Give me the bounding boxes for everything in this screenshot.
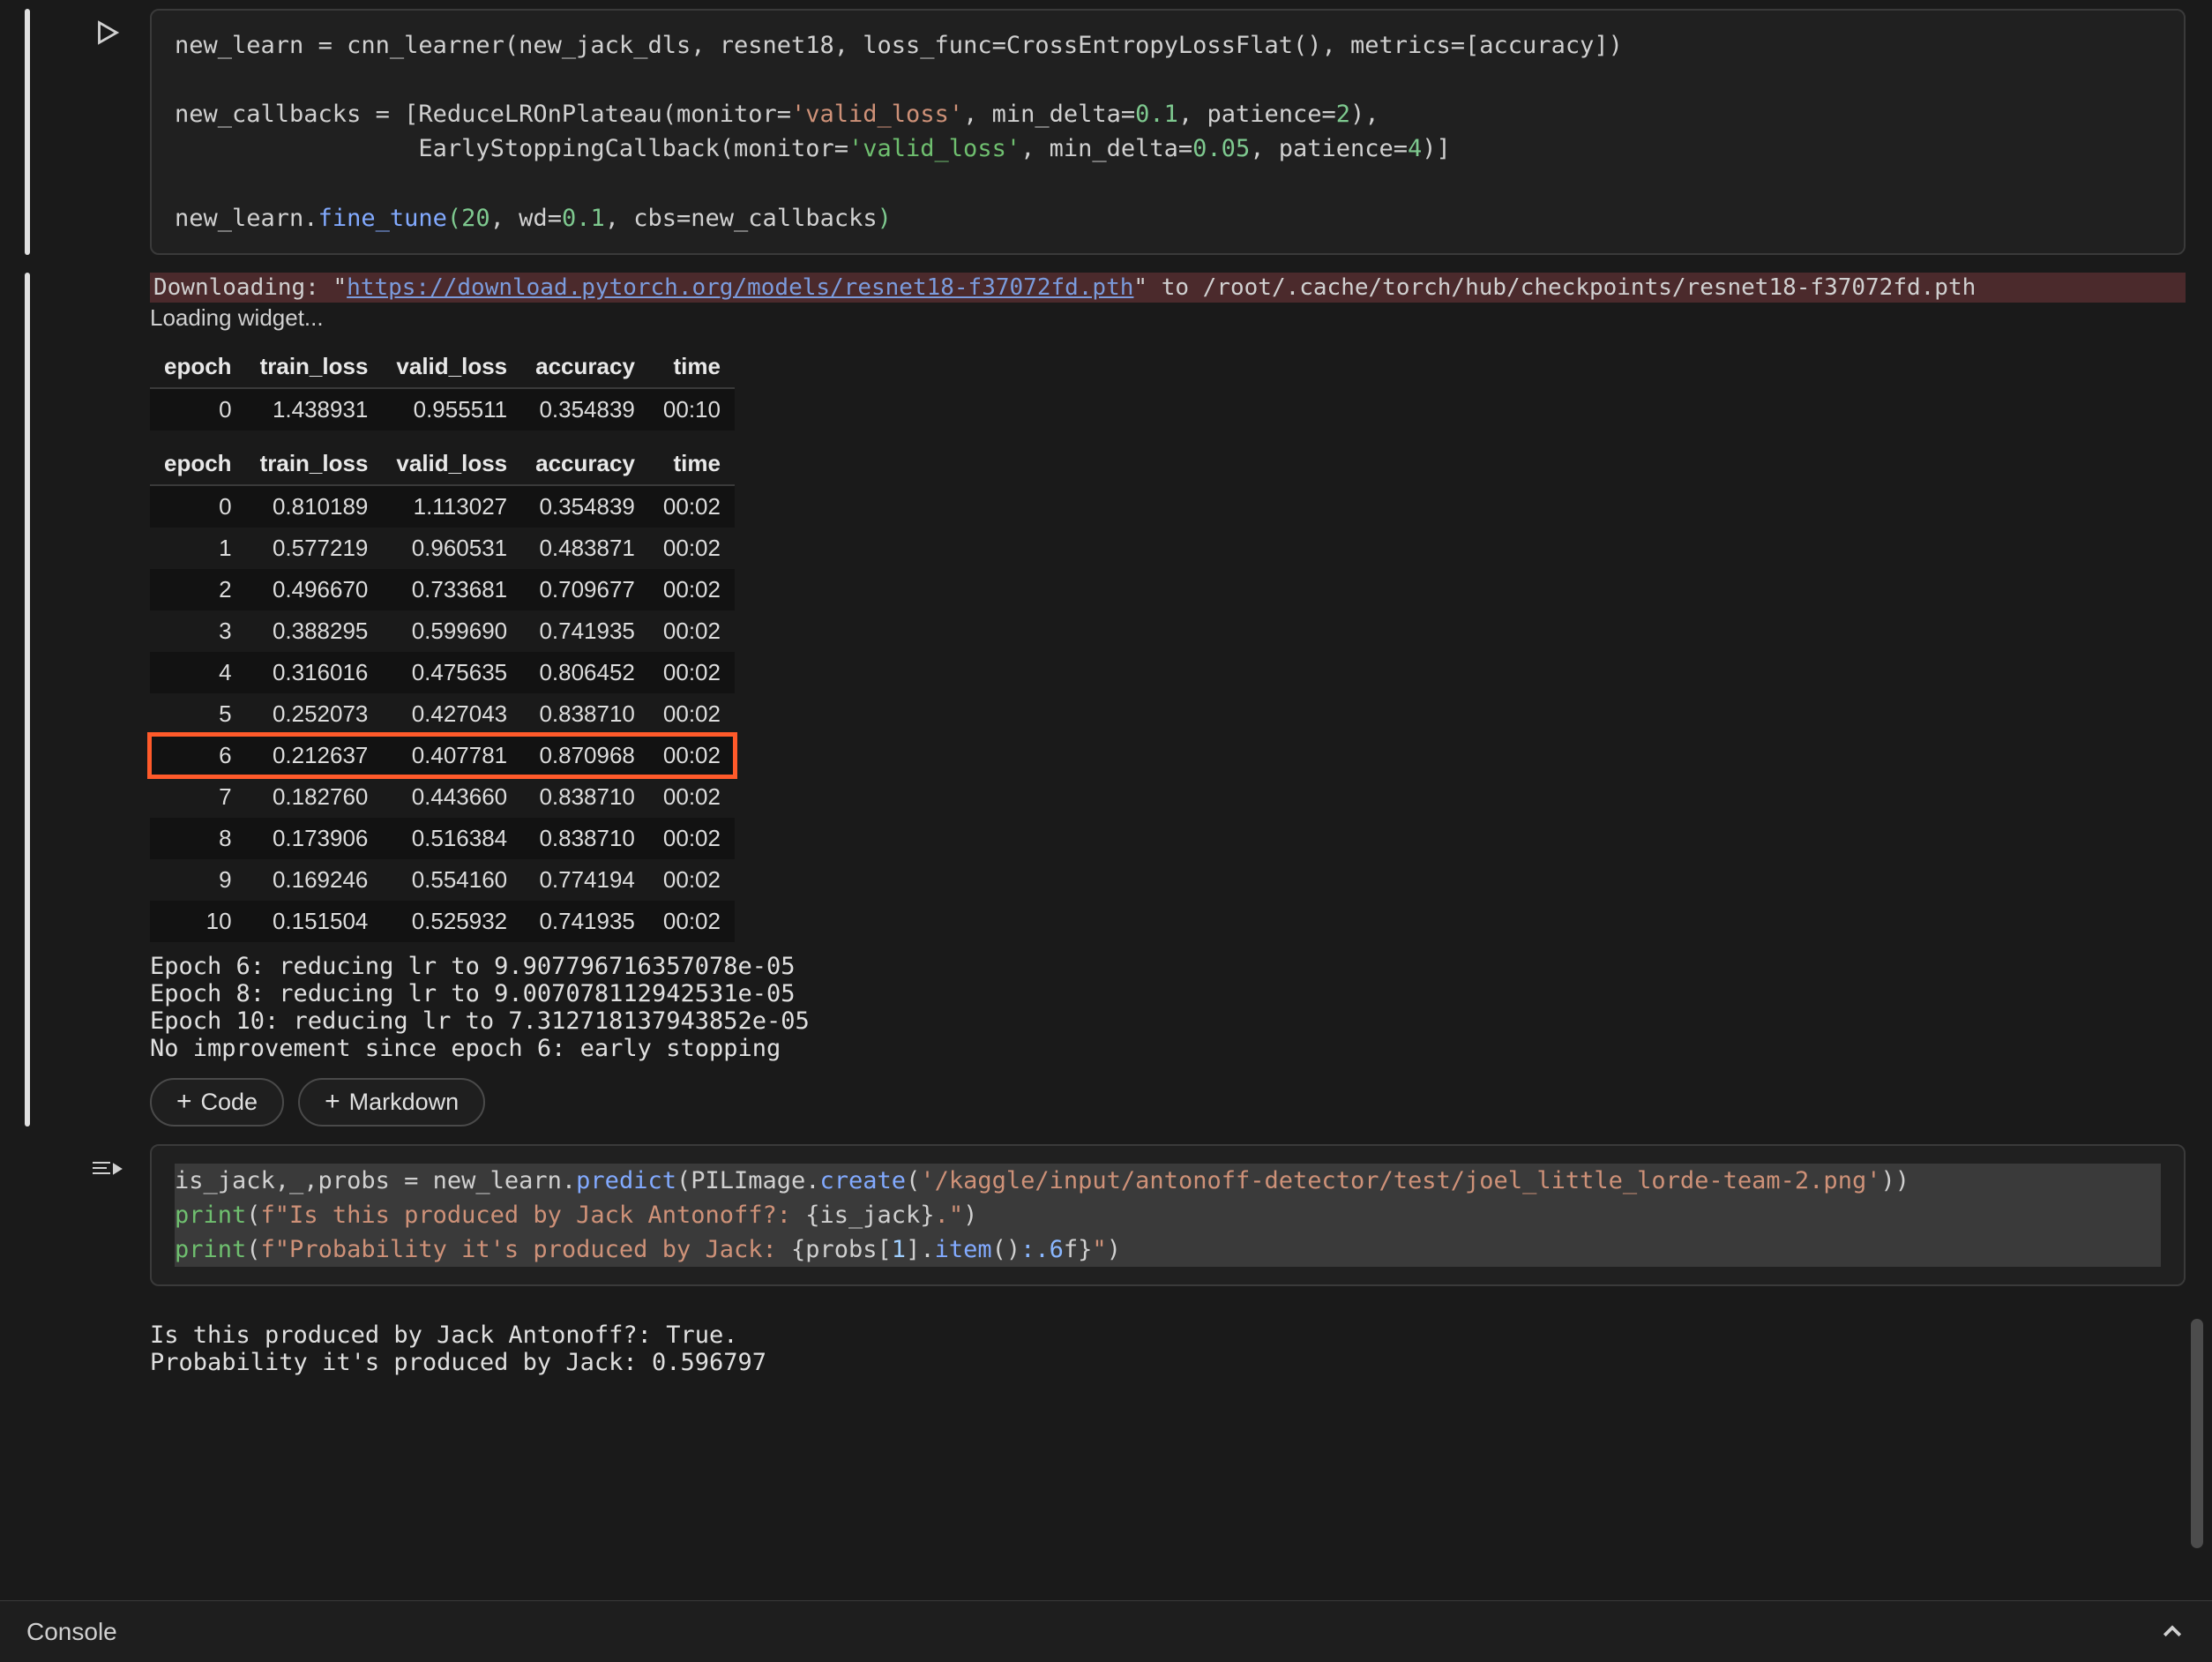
add-markdown-label: Markdown	[349, 1089, 460, 1116]
table-row: 00.8101891.1130270.35483900:02	[150, 485, 735, 528]
cell2-output: Is this produced by Jack Antonoff?: True…	[150, 1321, 2186, 1376]
download-url[interactable]: https://download.pytorch.org/models/resn…	[347, 274, 1133, 301]
add-code-button[interactable]: + Code	[150, 1078, 284, 1127]
table-row: 70.1827600.4436600.83871000:02	[150, 776, 735, 818]
table-row: 60.2126370.4077810.87096800:02	[150, 735, 735, 776]
table-row: 40.3160160.4756350.80645200:02	[150, 652, 735, 693]
output-cell-1: Downloading: "https://download.pytorch.o…	[26, 273, 2186, 1127]
table-header: epoch	[150, 346, 246, 388]
metrics-table-finetune: epochtrain_lossvalid_lossaccuracytime00.…	[150, 443, 735, 942]
table-row: 20.4966700.7336810.70967700:02	[150, 569, 735, 610]
code-editor-1[interactable]: new_learn = cnn_learner(new_jack_dls, re…	[150, 9, 2186, 255]
table-header: valid_loss	[382, 443, 521, 485]
metrics-table-freeze: epochtrain_lossvalid_lossaccuracytime01.…	[150, 346, 735, 430]
table-row: 10.5772190.9605310.48387100:02	[150, 528, 735, 569]
console-bar[interactable]: Console	[0, 1600, 2212, 1662]
plus-icon: +	[325, 1089, 340, 1115]
insert-cell-buttons: + Code + Markdown	[150, 1078, 2186, 1127]
executed-cell-gutter[interactable]	[76, 1153, 138, 1183]
table-row: 30.3882950.5996900.74193500:02	[150, 610, 735, 652]
table-row: 90.1692460.5541600.77419400:02	[150, 859, 735, 901]
run-cell-gutter[interactable]	[76, 18, 138, 48]
executed-icon	[89, 1153, 124, 1183]
table-row: 01.4389310.9555110.35483900:10	[150, 388, 735, 430]
output-marker	[25, 273, 30, 1127]
callback-messages: Epoch 6: reducing lr to 9.90779671635707…	[150, 953, 2186, 1062]
scrollbar-thumb[interactable]	[2191, 1319, 2203, 1548]
code-cell-1: new_learn = cnn_learner(new_jack_dls, re…	[26, 9, 2186, 255]
add-code-label: Code	[201, 1089, 258, 1116]
table-header: epoch	[150, 443, 246, 485]
table-header: train_loss	[246, 346, 383, 388]
table-header: valid_loss	[382, 346, 521, 388]
table-header: time	[649, 443, 735, 485]
code-editor-2[interactable]: is_jack,_,probs = new_learn.predict(PILI…	[150, 1144, 2186, 1286]
console-label: Console	[26, 1618, 117, 1646]
table-row: 100.1515040.5259320.74193500:02	[150, 901, 735, 942]
plus-icon: +	[176, 1089, 192, 1115]
table-row: 80.1739060.5163840.83871000:02	[150, 818, 735, 859]
cell-marker	[25, 9, 30, 255]
add-markdown-button[interactable]: + Markdown	[298, 1078, 485, 1127]
table-header: time	[649, 346, 735, 388]
loading-widget-text: Loading widget...	[150, 303, 2186, 333]
table-row: 50.2520730.4270430.83871000:02	[150, 693, 735, 735]
run-icon	[92, 18, 122, 48]
table-header: accuracy	[521, 443, 649, 485]
table-header: accuracy	[521, 346, 649, 388]
download-line: Downloading: "https://download.pytorch.o…	[150, 273, 2186, 303]
table-header: train_loss	[246, 443, 383, 485]
chevron-up-icon	[2159, 1619, 2186, 1645]
code-cell-2: is_jack,_,probs = new_learn.predict(PILI…	[26, 1144, 2186, 1376]
